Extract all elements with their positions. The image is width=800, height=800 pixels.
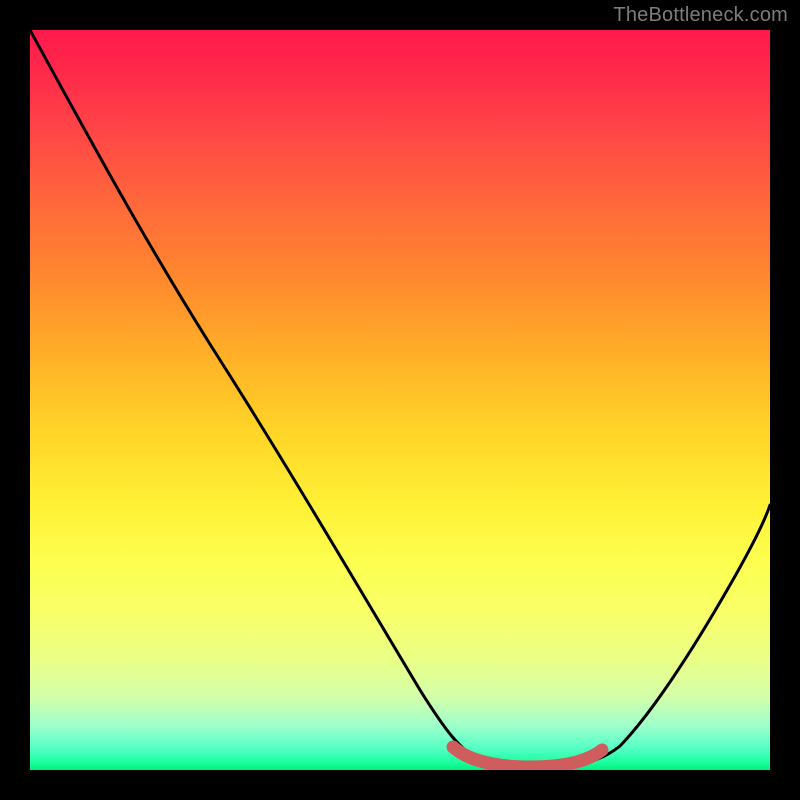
optimal-segment <box>453 747 602 767</box>
bottleneck-curve <box>30 30 770 768</box>
curve-layer <box>30 30 770 770</box>
watermark-text: TheBottleneck.com <box>613 4 788 27</box>
chart-frame: TheBottleneck.com <box>0 0 800 800</box>
plot-area <box>30 30 770 770</box>
